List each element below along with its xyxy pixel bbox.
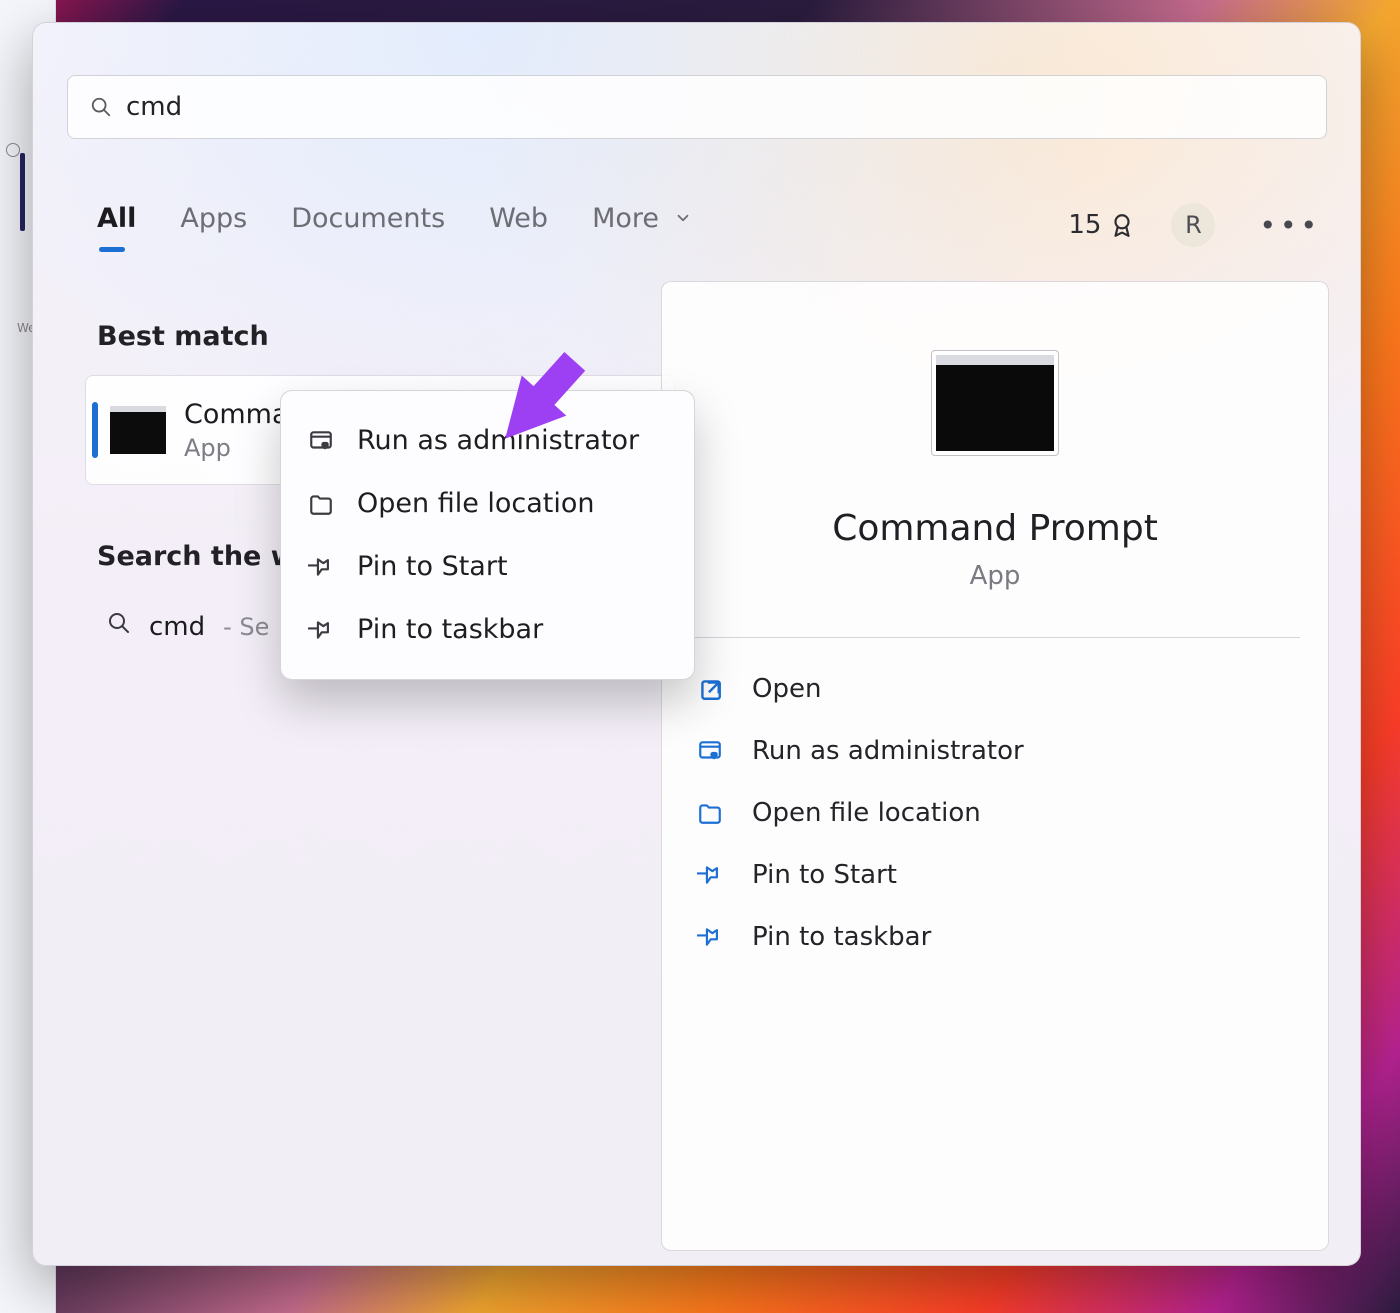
open-external-icon <box>696 675 724 703</box>
avatar-initial: R <box>1185 211 1202 239</box>
more-options-button[interactable]: ••• <box>1251 205 1329 246</box>
tab-more[interactable]: More <box>592 203 692 248</box>
medal-icon <box>1109 212 1135 238</box>
context-menu: Run as administrator Open file location … <box>280 390 695 680</box>
action-pin-to-taskbar[interactable]: Pin to taskbar <box>690 908 1300 966</box>
ctx-pin-to-start[interactable]: Pin to Start <box>281 535 694 598</box>
user-avatar[interactable]: R <box>1171 203 1215 247</box>
detail-actions-list: Open Run as administrator Open file loca… <box>662 660 1328 966</box>
tab-web[interactable]: Web <box>489 203 548 248</box>
action-label: Pin to Start <box>752 860 897 890</box>
divider <box>690 637 1300 638</box>
result-details-pane: Command Prompt App Open Run as administr… <box>661 281 1329 1251</box>
background-accent-bar <box>20 153 25 231</box>
action-label: Open <box>752 674 821 704</box>
tab-documents[interactable]: Documents <box>291 203 445 248</box>
tab-more-label: More <box>592 203 659 234</box>
pin-icon <box>307 616 335 644</box>
ctx-label: Pin to taskbar <box>357 614 543 645</box>
pin-icon <box>696 861 724 889</box>
action-label: Open file location <box>752 798 981 828</box>
rewards-points-value: 15 <box>1068 210 1101 240</box>
search-icon <box>107 611 131 635</box>
folder-icon <box>696 799 724 827</box>
detail-title: Command Prompt <box>832 508 1158 549</box>
search-bar[interactable] <box>67 75 1327 139</box>
web-search-suggestion[interactable]: cmd - Se <box>107 611 269 642</box>
action-open-file-location[interactable]: Open file location <box>690 784 1300 842</box>
filter-tab-row: All Apps Documents Web More 15 R ••• <box>97 195 1347 255</box>
action-label: Run as administrator <box>752 736 1024 766</box>
tab-apps[interactable]: Apps <box>180 203 247 248</box>
start-search-panel: All Apps Documents Web More 15 R ••• <box>32 22 1361 1266</box>
rewards-points[interactable]: 15 <box>1068 210 1135 240</box>
tab-all[interactable]: All <box>97 203 136 248</box>
search-icon <box>90 96 112 118</box>
detail-subtitle: App <box>970 561 1021 591</box>
ctx-pin-to-taskbar[interactable]: Pin to taskbar <box>281 598 694 661</box>
web-search-term: cmd <box>149 612 205 642</box>
admin-window-icon <box>696 737 724 765</box>
pin-icon <box>696 923 724 951</box>
detail-app-icon-frame <box>931 350 1059 456</box>
pin-icon <box>307 553 335 581</box>
command-prompt-icon <box>110 406 166 454</box>
web-search-suffix: - Se <box>223 613 269 641</box>
action-label: Pin to taskbar <box>752 922 931 952</box>
folder-icon <box>307 490 335 518</box>
action-open[interactable]: Open <box>690 660 1300 718</box>
selection-indicator <box>92 402 98 458</box>
action-run-as-admin[interactable]: Run as administrator <box>690 722 1300 780</box>
search-input[interactable] <box>126 92 1304 122</box>
best-match-heading: Best match <box>97 321 269 352</box>
action-pin-to-start[interactable]: Pin to Start <box>690 846 1300 904</box>
admin-window-icon <box>307 427 335 455</box>
clock-icon <box>6 143 20 157</box>
command-prompt-icon <box>936 355 1054 451</box>
chevron-down-icon <box>674 208 692 232</box>
ctx-label: Pin to Start <box>357 551 508 582</box>
ctx-label: Open file location <box>357 488 595 519</box>
ctx-open-file-location[interactable]: Open file location <box>281 472 694 535</box>
